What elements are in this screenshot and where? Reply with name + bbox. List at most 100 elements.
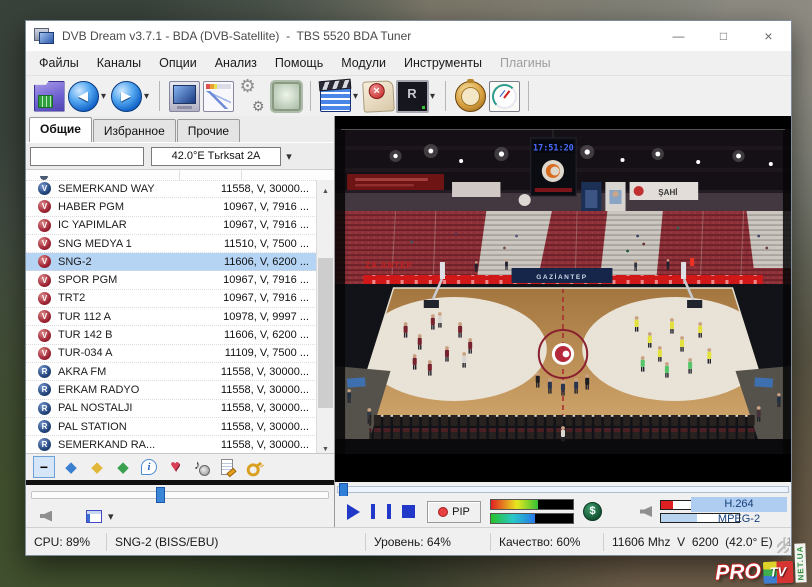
channel-row[interactable]: R AKRA FM 11558, V, 30000... (26, 363, 317, 381)
channel-name: AKRA FM (58, 366, 213, 378)
osd-dropdown-caret[interactable] (108, 507, 114, 525)
seek-slider-thumb[interactable] (339, 483, 348, 497)
next-channel-button[interactable] (109, 78, 143, 114)
menu-item-options[interactable]: Опции (150, 53, 206, 73)
video-panel: ŞAHİ ALONU 17:51:20 (335, 116, 791, 527)
tab-favorites[interactable]: Избранное (93, 119, 176, 142)
seek-row (335, 482, 791, 496)
video-window-button[interactable] (167, 78, 201, 114)
tv-channel-icon: V (38, 200, 51, 213)
recordings-clapper-button[interactable] (318, 78, 352, 114)
info-balloon-button[interactable] (139, 457, 159, 477)
speaker-icon[interactable] (40, 511, 52, 522)
epg-window-icon (203, 81, 234, 112)
dropdown-caret[interactable]: ▾ (141, 91, 152, 102)
banner-text: ŞAHİ (658, 188, 677, 197)
cpu-status: CPU: 89% (26, 533, 107, 551)
channel-row[interactable]: R SEMERKAND RA... 11558, V, 30000... (26, 436, 317, 453)
record-monitor-button[interactable] (395, 78, 429, 114)
seek-slider[interactable] (337, 486, 789, 493)
stopwatch-button[interactable] (453, 78, 487, 114)
settings-gears-button[interactable] (235, 78, 269, 114)
collapse-button[interactable] (33, 456, 55, 478)
menu-item-tools[interactable]: Инструменты (395, 53, 491, 73)
stop-button[interactable] (402, 505, 415, 518)
pause-button[interactable] (371, 504, 391, 519)
dropdown-caret[interactable]: ▾ (98, 91, 109, 102)
pip-button[interactable]: PIP (427, 501, 481, 523)
tab-others[interactable]: Прочие (177, 119, 240, 142)
channel-row[interactable]: V HABER PGM 10967, V, 7916 ... (26, 198, 317, 216)
list-scrollbar[interactable] (316, 180, 334, 453)
pip-label: PIP (452, 506, 470, 518)
scrollbar-thumb[interactable] (318, 258, 333, 408)
mute-speaker-icon[interactable] (640, 506, 652, 517)
menu-item-channels[interactable]: Каналы (88, 53, 150, 73)
channel-name: IC YAPIMLAR (58, 219, 213, 231)
tv-channel-icon: V (38, 182, 51, 195)
menu-item-files[interactable]: Файлы (30, 53, 88, 73)
channel-row[interactable]: V TUR 112 A 10978, V, 9997 ... (26, 308, 317, 326)
menu-item-analysis[interactable]: Анализ (206, 53, 266, 73)
channel-row[interactable]: V TUR 142 B 11606, V, 6200 ... (26, 326, 317, 344)
volume-slider-thumb[interactable] (156, 487, 165, 503)
dropdown-caret[interactable]: ▾ (350, 91, 361, 102)
channel-row[interactable]: R PAL STATION 11558, V, 30000... (26, 418, 317, 436)
tv-channel-icon: V (38, 347, 51, 360)
side-wall-text: ZA ANTEP (365, 261, 413, 270)
title-bar[interactable]: DVB Dream v3.7.1 - BDA (DVB-Satellite) -… (26, 21, 791, 51)
signal-bars (490, 499, 574, 524)
scroll-up-icon[interactable] (317, 180, 334, 195)
favorites-heart-button[interactable] (165, 457, 185, 477)
satellite-select[interactable]: 42.0°E Tьrksat 2A (151, 147, 281, 166)
channel-row[interactable]: V SEMERKAND WAY 11558, V, 30000... (26, 180, 317, 198)
channel-name: TUR 142 B (58, 329, 213, 341)
minimize-button[interactable]: — (656, 21, 701, 51)
key-button[interactable] (239, 453, 267, 481)
video-frame[interactable]: ŞAHİ ALONU 17:51:20 (335, 116, 791, 482)
volume-slider[interactable] (31, 491, 329, 499)
teletext-screen-button[interactable] (269, 78, 303, 114)
current-channel-status: SNG-2 (BISS/EBU) (107, 533, 366, 551)
protv-watermark: PRO TV NET.UA (715, 544, 807, 586)
channel-row[interactable]: V SNG MEDYA 1 11510, V, 7500 ... (26, 235, 317, 253)
dropdown-caret[interactable]: ▾ (427, 91, 438, 102)
edit-page-button[interactable] (217, 457, 237, 477)
maximize-button[interactable]: □ (701, 21, 746, 51)
diamond-green-button[interactable] (113, 457, 133, 477)
close-button[interactable]: × (746, 21, 791, 51)
channel-row[interactable]: V TRT2 10967, V, 7916 ... (26, 290, 317, 308)
channel-name: SNG MEDYA 1 (58, 238, 213, 250)
scroll-down-icon[interactable] (317, 438, 334, 453)
tv-channel-icon: V (38, 255, 51, 268)
channel-frequency: 10978, V, 9997 ... (213, 311, 309, 323)
channel-row[interactable]: R ERKAM RADYO 11558, V, 30000... (26, 381, 317, 399)
play-button[interactable] (347, 504, 360, 520)
diamond-yellow-button[interactable] (87, 457, 107, 477)
channel-row[interactable]: R PAL NOSTALJI 11558, V, 30000... (26, 400, 317, 418)
scheduler-clock-button[interactable] (487, 78, 521, 114)
open-channel-folder-button[interactable] (32, 78, 66, 114)
menu-item-modules[interactable]: Модули (332, 53, 395, 73)
audio-track-button[interactable] (191, 457, 211, 477)
channel-frequency: 11558, V, 30000... (213, 402, 309, 414)
menu-item-help[interactable]: Помощь (266, 53, 332, 73)
channel-row[interactable]: V TUR-034 A 11109, V, 7500 ... (26, 345, 317, 363)
channel-rows: V SEMERKAND WAY 11558, V, 30000... V HAB… (26, 180, 317, 453)
channel-row[interactable]: V SNG-2 11606, V, 6200 ... (26, 253, 317, 271)
channel-row[interactable]: V SPOR PGM 10967, V, 7916 ... (26, 271, 317, 289)
diamond-blue-button[interactable] (61, 457, 81, 477)
osd-menu-icon[interactable] (86, 510, 102, 523)
status-bar: CPU: 89% SNG-2 (BISS/EBU) Уровень: 64% К… (26, 527, 791, 555)
delete-eraser-button[interactable] (361, 78, 395, 114)
channel-row[interactable]: V IC YAPIMLAR 10967, V, 7916 ... (26, 217, 317, 235)
tab-general[interactable]: Общие (29, 117, 92, 142)
signal-quality-status: Качество: 60% (491, 533, 604, 551)
epg-window-button[interactable] (201, 78, 235, 114)
channel-search-input[interactable] (30, 147, 144, 166)
radio-channel-icon: R (38, 365, 51, 378)
previous-channel-button[interactable] (66, 78, 100, 114)
satellite-dropdown-caret[interactable] (281, 150, 297, 163)
next-channel-icon (111, 81, 142, 112)
channel-frequency: 11606, V, 6200 ... (213, 256, 309, 268)
